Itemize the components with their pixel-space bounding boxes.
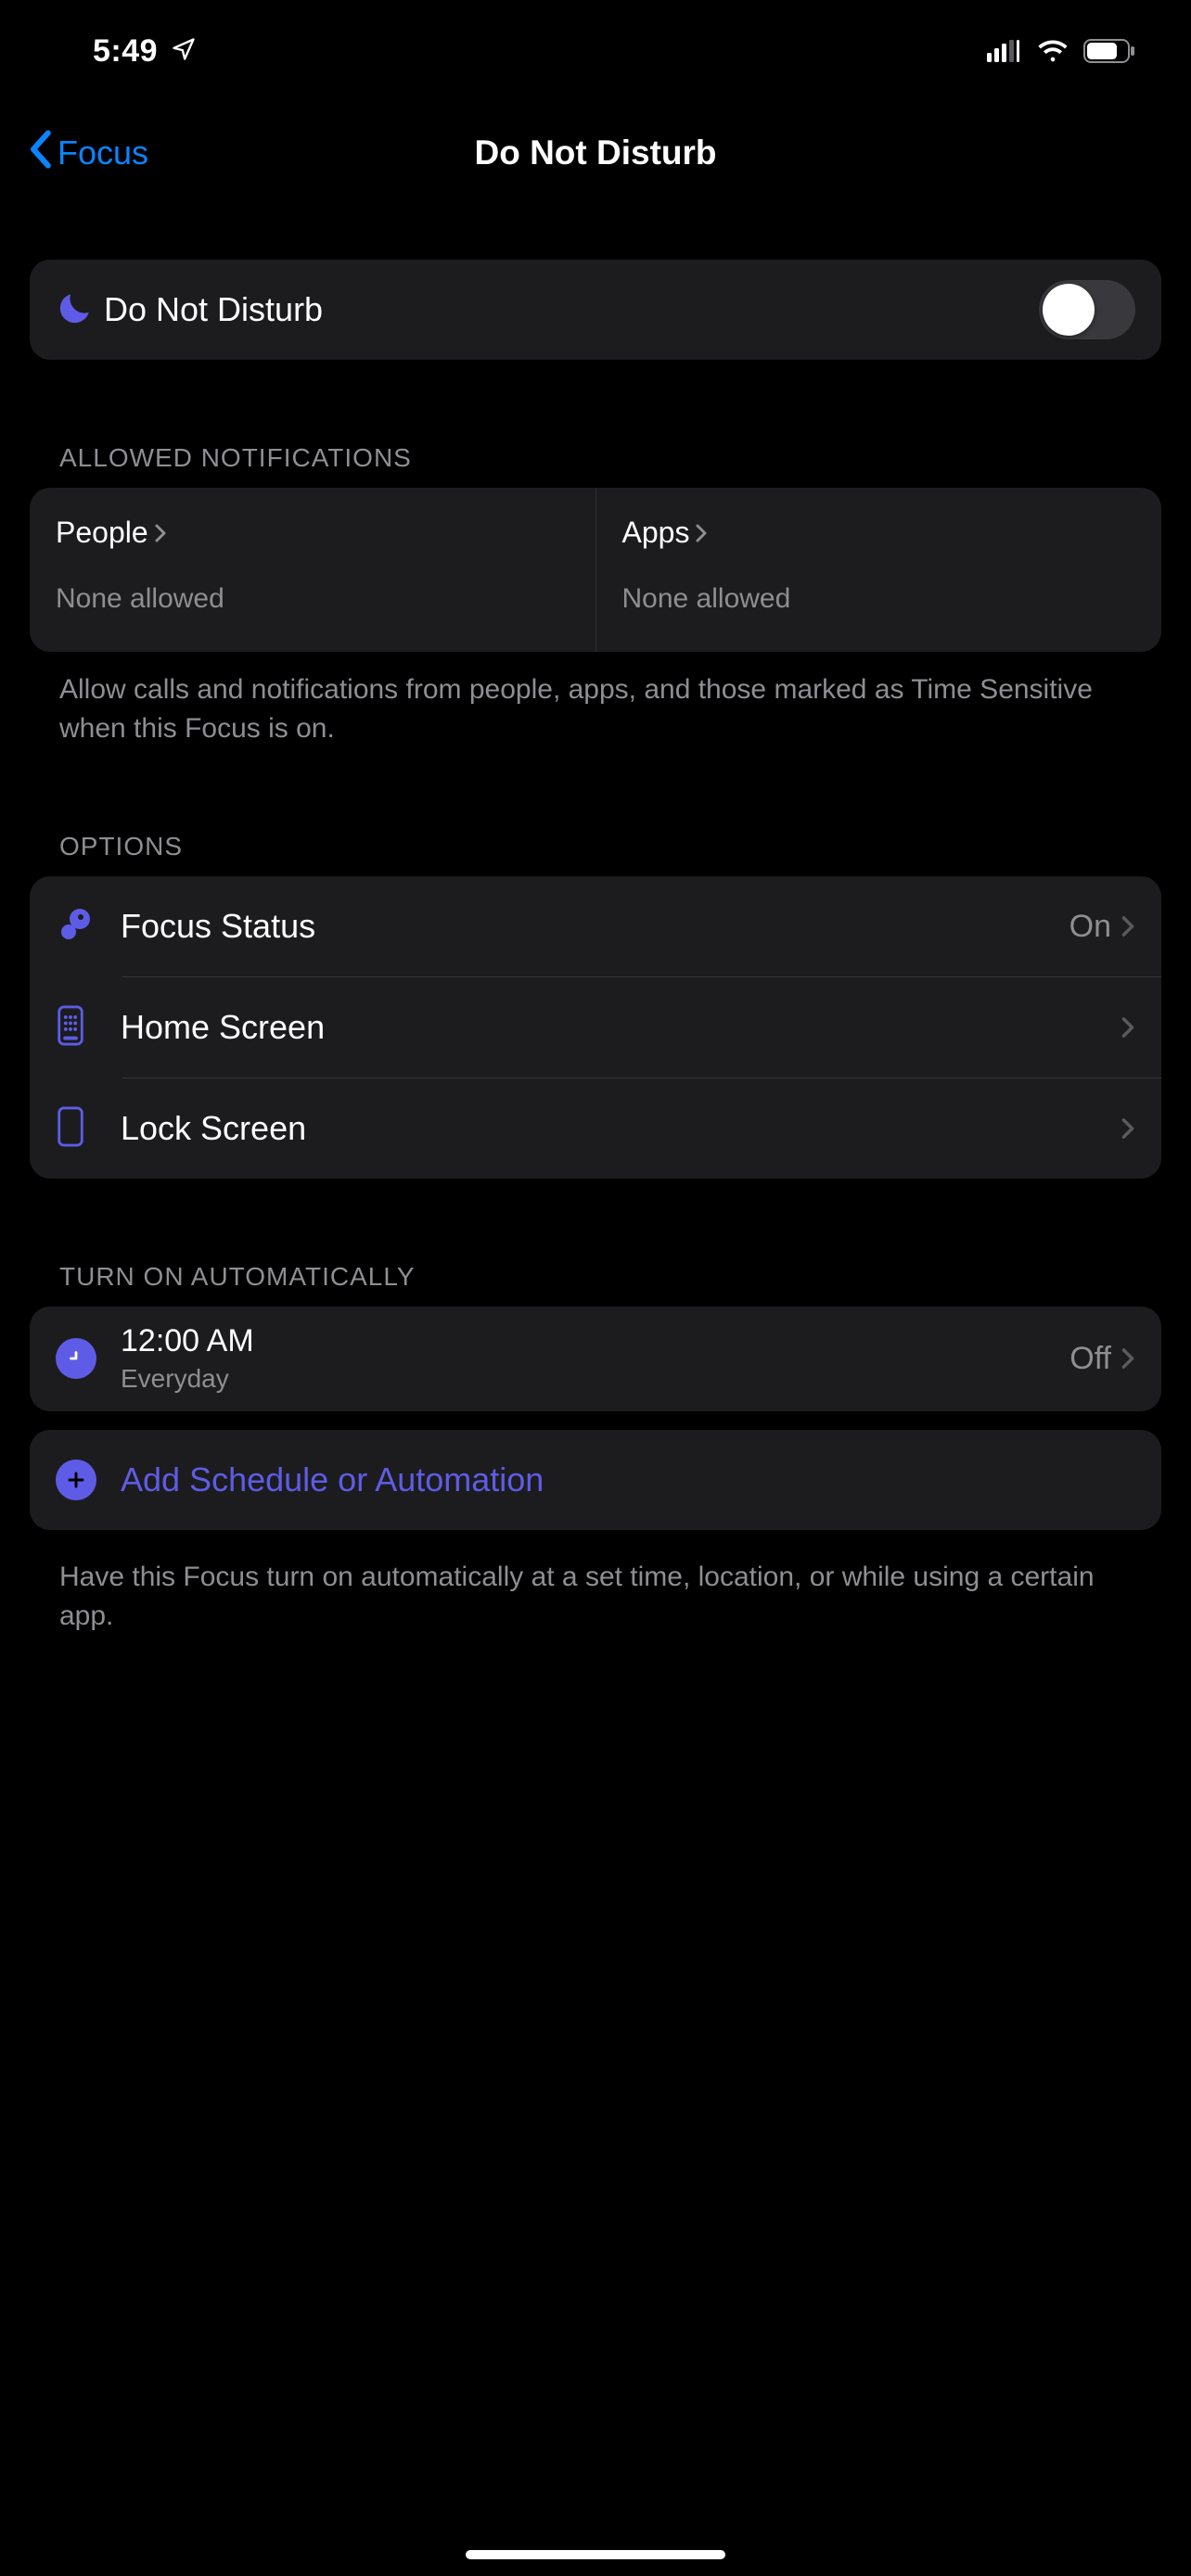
allowed-apps-sub: None allowed (622, 583, 1136, 615)
status-time: 5:49 (93, 33, 158, 70)
home-screen-icon (56, 1005, 85, 1051)
allowed-apps[interactable]: Apps None allowed (596, 488, 1162, 652)
focus-status-icon (56, 904, 96, 950)
dnd-toggle-card: Do Not Disturb (30, 260, 1161, 360)
schedule-card: 12:00 AM Everyday Off (30, 1307, 1161, 1411)
add-schedule-button[interactable]: Add Schedule or Automation (30, 1430, 1161, 1530)
allowed-people[interactable]: People None allowed (30, 488, 596, 652)
option-home-screen[interactable]: Home Screen (30, 977, 1161, 1078)
option-focus-status[interactable]: Focus Status On (30, 876, 1161, 976)
plus-icon (56, 1460, 96, 1500)
allowed-section-header: ALLOWED NOTIFICATIONS (30, 443, 1161, 488)
chevron-left-icon (28, 130, 52, 177)
options-card: Focus Status On (30, 876, 1161, 1179)
chevron-right-icon (1121, 1014, 1135, 1040)
option-focus-status-label: Focus Status (121, 907, 1069, 946)
auto-section-footer: Have this Focus turn on automatically at… (30, 1530, 1161, 1636)
chevron-right-icon (154, 522, 167, 544)
schedule-time: 12:00 AM (121, 1323, 1069, 1359)
chevron-right-icon (1121, 1345, 1135, 1371)
schedule-value: Off (1069, 1341, 1111, 1377)
back-label: Focus (58, 134, 148, 172)
auto-section-header: TURN ON AUTOMATICALLY (30, 1262, 1161, 1307)
option-home-screen-label: Home Screen (121, 1008, 1121, 1047)
allowed-card: People None allowed Apps None allowed (30, 488, 1161, 652)
moon-icon (56, 288, 95, 332)
allowed-section-footer: Allow calls and notifications from peopl… (30, 652, 1161, 748)
schedule-repeat: Everyday (121, 1363, 1069, 1395)
battery-icon (1083, 39, 1135, 63)
allowed-people-sub: None allowed (56, 583, 570, 615)
chevron-right-icon (1121, 913, 1135, 939)
add-schedule-card: Add Schedule or Automation (30, 1430, 1161, 1530)
options-section-header: OPTIONS (30, 832, 1161, 876)
clock-icon (56, 1338, 96, 1379)
option-lock-screen-label: Lock Screen (121, 1109, 1121, 1148)
back-button[interactable]: Focus (28, 130, 148, 177)
location-icon (171, 36, 197, 67)
wifi-icon (1037, 40, 1069, 62)
option-focus-status-value: On (1069, 909, 1111, 945)
nav-bar: Focus Do Not Disturb (0, 102, 1191, 204)
dnd-toggle-label: Do Not Disturb (104, 290, 1039, 329)
add-schedule-label: Add Schedule or Automation (121, 1460, 1135, 1499)
status-bar: 5:49 (0, 0, 1191, 102)
page-title: Do Not Disturb (0, 134, 1191, 172)
chevron-right-icon (695, 522, 708, 544)
allowed-apps-label: Apps (622, 516, 690, 550)
chevron-right-icon (1121, 1116, 1135, 1141)
option-lock-screen[interactable]: Lock Screen (30, 1078, 1161, 1179)
dnd-toggle-switch[interactable] (1039, 280, 1135, 339)
lock-screen-icon (56, 1106, 85, 1152)
schedule-row[interactable]: 12:00 AM Everyday Off (30, 1307, 1161, 1411)
allowed-people-label: People (56, 516, 148, 550)
cellular-icon (987, 40, 1022, 62)
home-indicator[interactable] (466, 2550, 725, 2559)
